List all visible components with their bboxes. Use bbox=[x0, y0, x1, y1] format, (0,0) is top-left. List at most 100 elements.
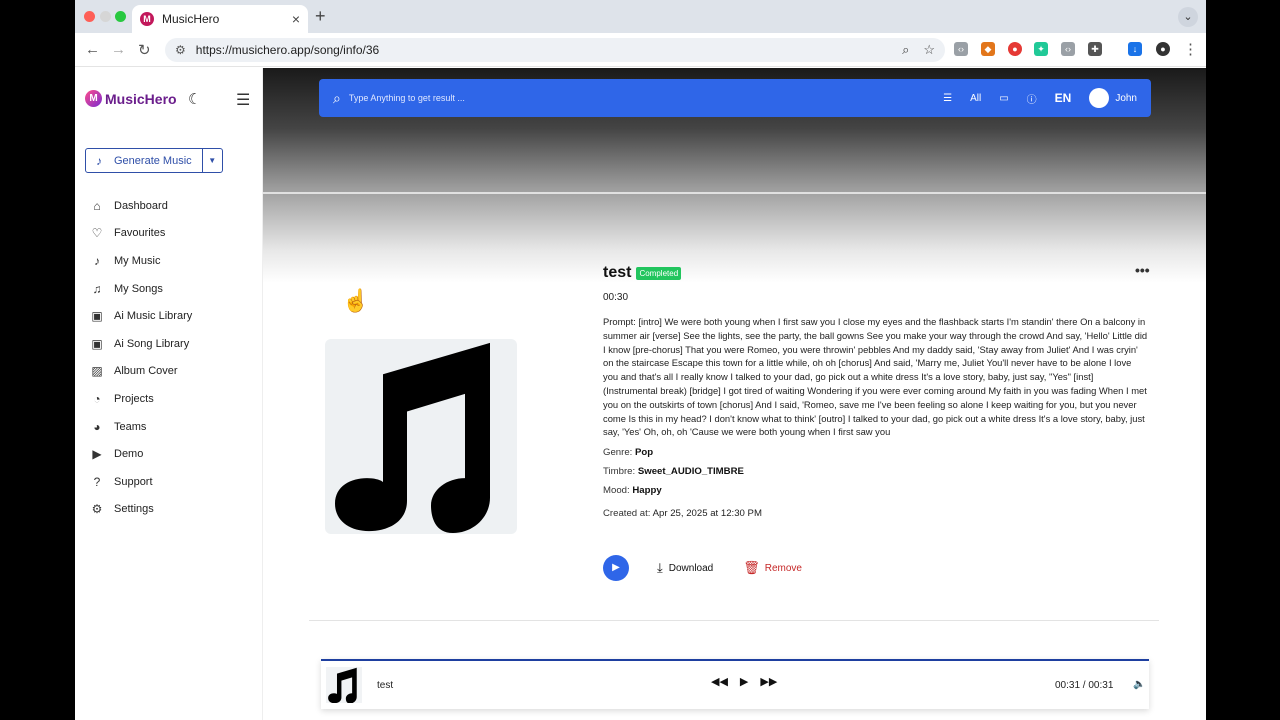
forward-icon[interactable]: → bbox=[111, 41, 126, 58]
new-tab-button[interactable]: + bbox=[315, 6, 326, 27]
sidebar-item-ai-song-library[interactable]: ▣ Ai Song Library bbox=[89, 330, 192, 358]
filter-dropdown[interactable]: All bbox=[970, 93, 981, 104]
extension-adblock-icon[interactable]: ● bbox=[1008, 42, 1022, 56]
sidebar-item-label: Settings bbox=[114, 503, 154, 516]
player-title: test bbox=[377, 680, 394, 691]
url-text: https://musichero.app/song/info/36 bbox=[195, 43, 380, 57]
music-notes-icon: ♫ bbox=[92, 281, 102, 296]
status-badge: Completed bbox=[636, 266, 682, 280]
profile-avatar-icon[interactable]: ● bbox=[1156, 42, 1170, 56]
user-name[interactable]: John bbox=[1115, 93, 1137, 104]
tab-search-button[interactable]: ⌄ bbox=[1178, 7, 1198, 27]
fast-forward-icon[interactable]: ▶▶ bbox=[760, 675, 777, 688]
language-selector[interactable]: EN bbox=[1055, 91, 1072, 105]
extensions-puzzle-icon[interactable]: ✚ bbox=[1088, 42, 1102, 56]
volume-icon[interactable]: 🔈 bbox=[1133, 679, 1145, 690]
app-logo[interactable]: M MusicHero bbox=[85, 90, 177, 107]
sidebar-item-label: Demo bbox=[114, 448, 144, 461]
player-play-icon[interactable]: ▶ bbox=[740, 675, 748, 688]
download-button[interactable]: ⤓ Download bbox=[657, 560, 713, 576]
sidebar-item-teams[interactable]: ◕ Teams bbox=[89, 413, 192, 441]
generate-music-dropdown-icon[interactable]: ▼ bbox=[201, 149, 222, 172]
sidebar-item-my-music[interactable]: ♪ My Music bbox=[89, 247, 192, 275]
sidebar-item-dashboard[interactable]: ⌂ Dashboard bbox=[89, 192, 192, 220]
close-window-button[interactable] bbox=[84, 11, 95, 22]
bookmark-star-icon[interactable]: ☆ bbox=[923, 42, 935, 58]
timbre-label: Timbre: bbox=[603, 466, 636, 478]
dark-mode-icon[interactable]: ☾ bbox=[188, 90, 201, 108]
address-bar[interactable]: ⚙ https://musichero.app/song/info/36 ⌕ ☆ bbox=[165, 38, 945, 62]
search-input[interactable]: Type Anything to get result ... bbox=[349, 93, 925, 103]
prompt-text: [intro] We were both young when I first … bbox=[603, 316, 1148, 438]
sidebar-item-label: Favourites bbox=[114, 227, 166, 240]
site-settings-icon[interactable]: ⚙ bbox=[175, 43, 186, 57]
song-duration: 00:30 bbox=[603, 292, 629, 303]
sidebar-item-demo[interactable]: ▶ Demo bbox=[89, 440, 192, 468]
song-title-row: test Completed bbox=[603, 264, 1148, 282]
top-search-bar: ⌕ Type Anything to get result ... ☰ All … bbox=[319, 79, 1151, 117]
sidebar-item-my-songs[interactable]: ♫ My Songs bbox=[89, 275, 192, 303]
song-prompt: Prompt: [intro] We were both young when … bbox=[603, 315, 1148, 439]
tab-favicon-icon: M bbox=[140, 12, 154, 26]
sidebar-item-album-cover[interactable]: ▨ Album Cover bbox=[89, 358, 192, 386]
help-icon[interactable]: ⓘ bbox=[1027, 91, 1037, 106]
created-value: Apr 25, 2025 at 12:30 PM bbox=[652, 508, 762, 520]
song-mood: Mood: Happy bbox=[603, 485, 1148, 496]
song-cover-art bbox=[325, 339, 517, 534]
home-icon: ⌂ bbox=[93, 198, 101, 213]
extension-code-icon[interactable]: ‹› bbox=[954, 42, 968, 56]
video-icon[interactable]: ▭ bbox=[999, 93, 1008, 104]
sidebar-item-label: Ai Music Library bbox=[114, 310, 193, 323]
browser-menu-icon[interactable]: ⋮ bbox=[1183, 40, 1198, 58]
mood-value: Happy bbox=[632, 485, 662, 497]
list-icon[interactable]: ☰ bbox=[943, 93, 952, 104]
extension-metamask-icon[interactable]: ◆ bbox=[981, 42, 995, 56]
extension-bird-icon[interactable]: ✦ bbox=[1034, 42, 1048, 56]
search-icon: ⌕ bbox=[333, 89, 341, 106]
sidebar-item-label: Album Cover bbox=[114, 365, 178, 378]
generate-music-button[interactable]: ♪ Generate Music bbox=[86, 149, 202, 172]
sidebar-item-label: My Songs bbox=[114, 282, 163, 295]
prompt-label: Prompt: bbox=[603, 316, 636, 327]
chart-pie-icon: ◔ bbox=[93, 391, 101, 406]
tab-close-icon[interactable]: × bbox=[292, 11, 300, 27]
sidebar-item-ai-music-library[interactable]: ▣ Ai Music Library bbox=[89, 302, 192, 330]
remove-label: Remove bbox=[764, 562, 802, 574]
song-title: test bbox=[603, 264, 632, 281]
music-note-icon bbox=[335, 342, 490, 534]
music-note-icon bbox=[328, 667, 357, 704]
heart-icon: ♡ bbox=[91, 226, 103, 241]
extension-dev-icon[interactable]: ‹› bbox=[1061, 42, 1075, 56]
play-button[interactable]: ▶ bbox=[603, 555, 629, 581]
back-icon[interactable]: ← bbox=[85, 41, 100, 58]
user-avatar[interactable] bbox=[1089, 88, 1110, 108]
song-genre: Genre: Pop bbox=[603, 447, 1148, 458]
browser-tab[interactable]: M MusicHero × bbox=[132, 5, 308, 33]
rewind-icon[interactable]: ◀◀ bbox=[711, 675, 728, 688]
remove-button[interactable]: 🗑 Remove bbox=[743, 560, 802, 576]
sidebar-item-settings[interactable]: ⚙ Settings bbox=[89, 496, 192, 524]
content-divider bbox=[309, 620, 1159, 621]
sidebar-item-projects[interactable]: ◔ Projects bbox=[89, 385, 192, 413]
song-info: test Completed 00:30 Prompt: [intro] We … bbox=[603, 264, 1148, 519]
timbre-value: Sweet_AUDIO_TIMBRE bbox=[637, 466, 744, 478]
help-icon: ? bbox=[93, 474, 101, 489]
browser-toolbar: ← → ↻ ⚙ https://musichero.app/song/info/… bbox=[75, 33, 1206, 67]
download-icon: ⤓ bbox=[657, 560, 663, 575]
minimize-window-button[interactable] bbox=[100, 11, 111, 22]
sidebar-item-label: Support bbox=[114, 475, 153, 488]
menu-toggle-icon[interactable]: ☰ bbox=[236, 90, 250, 110]
sidebar: M MusicHero ☾ ☰ ♪ Generate Music ▼ ⌂ Dash… bbox=[75, 68, 263, 720]
sidebar-item-support[interactable]: ? Support bbox=[89, 468, 192, 496]
browser-window: M MusicHero × + ⌄ ← → ↻ ⚙ https://musich… bbox=[75, 0, 1206, 720]
maximize-window-button[interactable] bbox=[115, 11, 126, 22]
zoom-icon[interactable]: ⌕ bbox=[902, 42, 909, 58]
reload-icon[interactable]: ↻ bbox=[138, 41, 151, 59]
player-controls: ◀◀ ▶ ▶▶ bbox=[705, 675, 783, 688]
more-options-icon[interactable]: ••• bbox=[1135, 262, 1150, 278]
sidebar-item-favourites[interactable]: ♡ Favourites bbox=[89, 220, 192, 248]
generate-music-split-button: ♪ Generate Music ▼ bbox=[85, 148, 223, 173]
sidebar-item-label: Projects bbox=[114, 392, 154, 405]
logo-text: MusicHero bbox=[105, 90, 177, 107]
download-icon[interactable]: ↓ bbox=[1128, 42, 1142, 56]
